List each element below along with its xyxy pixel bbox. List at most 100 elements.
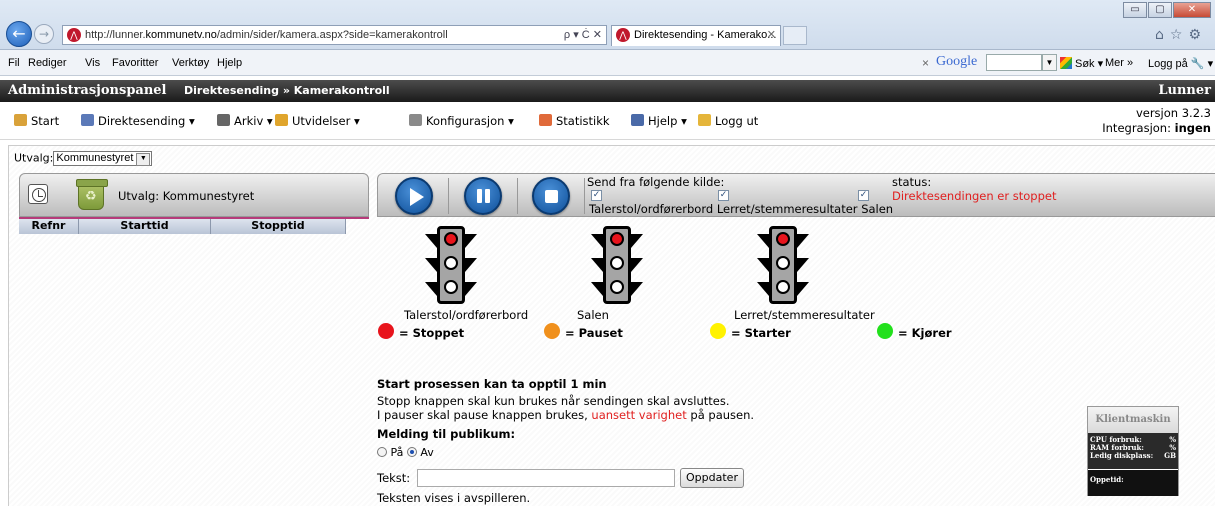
toolbar-item-0[interactable]: Start xyxy=(14,114,59,128)
toolbar-item-4[interactable]: Konfigurasjon ▾ xyxy=(409,114,514,128)
red-bulb xyxy=(776,232,790,246)
client-title: Klientmaskin xyxy=(1088,407,1178,433)
toolbar-item-label: Logg ut xyxy=(715,114,759,128)
light-visor xyxy=(591,234,603,248)
traffic-light-label: Talerstol/ordførerbord xyxy=(404,308,529,322)
red-bulb xyxy=(610,232,624,246)
toolbar-item-5[interactable]: Statistikk xyxy=(539,114,610,128)
google-dropdown-icon[interactable]: ▼ xyxy=(1042,54,1057,71)
minimize-button[interactable]: ▭ xyxy=(1123,2,1147,18)
forward-arrow-icon[interactable]: → xyxy=(34,24,54,44)
pause-button[interactable] xyxy=(464,177,502,215)
middle-bulb xyxy=(776,256,790,270)
utvalg-select[interactable]: Kommunestyret xyxy=(53,151,153,166)
red-bulb xyxy=(444,232,458,246)
toolbar-item-2[interactable]: Arkiv ▾ xyxy=(217,114,273,128)
light-visor xyxy=(797,234,809,248)
bottom-bulb xyxy=(610,280,624,294)
google-icon xyxy=(1060,57,1072,69)
play-icon xyxy=(410,188,424,206)
browser-menubar: Fil Rediger Vis Favoritter Verktøy Hjelp… xyxy=(0,50,1215,76)
source-name-salen: Salen xyxy=(861,202,894,216)
menu-verktoy[interactable]: Verktøy xyxy=(172,57,209,69)
toolbar-item-label: Direktesending ▾ xyxy=(98,114,195,128)
play-button[interactable] xyxy=(395,177,433,215)
text-label: Tekst: xyxy=(377,471,411,485)
menu-vis[interactable]: Vis xyxy=(85,57,100,69)
source-name-talerstol: Talerstol/ordførerbord xyxy=(589,202,714,216)
maximize-button[interactable]: ▢ xyxy=(1148,2,1172,18)
radio-pa[interactable] xyxy=(377,447,387,457)
toolbar-item-label: Konfigurasjon ▾ xyxy=(426,114,514,128)
column-refnr[interactable]: Refnr xyxy=(19,219,79,234)
toolbar-item-1[interactable]: Direktesending ▾ xyxy=(81,114,195,128)
light-visor xyxy=(591,282,603,296)
separator xyxy=(584,178,585,214)
toolbar-item-label: Utvidelser ▾ xyxy=(292,114,360,128)
google-search-input[interactable] xyxy=(986,54,1042,71)
source-checkbox-talerstol[interactable]: ✓ xyxy=(591,190,602,201)
menu-hjelp[interactable]: Hjelp xyxy=(217,57,242,69)
menu-rediger[interactable]: Rediger xyxy=(28,57,67,69)
legend-dot-icon xyxy=(544,323,560,339)
status-label: status: xyxy=(892,175,932,189)
window-controls: ▭ ▢ ✕ xyxy=(1123,2,1211,18)
browser-tab[interactable]: ⋀ Direktesending - Kamerako... ✕ xyxy=(611,25,781,46)
info-emphasis: uansett varighet xyxy=(591,408,687,422)
address-bar[interactable]: ⋀ http://lunner.kommunetv.no/admin/sider… xyxy=(62,25,607,45)
radio-av-label: Av xyxy=(420,446,434,459)
browser-right-icons[interactable]: ⌂☆⚙ xyxy=(1155,27,1207,43)
breadcrumb: Direktesending » Kamerakontroll xyxy=(184,84,390,97)
light-visor xyxy=(631,282,643,296)
more-button[interactable]: Mer » xyxy=(1105,57,1133,69)
new-tab-button[interactable] xyxy=(783,26,807,45)
toolbar-item-label: Hjelp ▾ xyxy=(648,114,687,128)
legend-label: = Stoppet xyxy=(399,326,465,340)
toolbar-item-6[interactable]: Hjelp ▾ xyxy=(631,114,687,128)
gear-icon xyxy=(409,114,422,126)
monitor-icon xyxy=(81,114,94,126)
integration-value: ingen xyxy=(1174,121,1211,135)
url-host: kommunetv.no xyxy=(145,29,217,41)
browser-titlebar: ← → ⋀ http://lunner.kommunetv.no/admin/s… xyxy=(0,0,1215,50)
message-text-input[interactable] xyxy=(417,469,675,487)
light-body xyxy=(603,226,631,304)
toolbar-close-icon[interactable]: × xyxy=(922,56,929,70)
uptime-row: Oppetid: xyxy=(1088,470,1178,496)
source-name-lerret: Lerret/stemmeresultater xyxy=(716,202,858,216)
toolbar-item-label: Statistikk xyxy=(556,114,610,128)
source-checkbox-lerret[interactable]: ✓ xyxy=(718,190,729,201)
light-visor xyxy=(757,234,769,248)
url-controls[interactable]: ρ ▾ Ċ ✕ xyxy=(564,26,602,44)
radio-av[interactable] xyxy=(406,447,417,457)
close-window-button[interactable]: ✕ xyxy=(1173,2,1211,18)
panel-title: Utvalg: Kommunestyret xyxy=(118,189,255,203)
recycle-bin-icon[interactable] xyxy=(76,179,108,210)
toolbar-item-3[interactable]: Utvidelser ▾ xyxy=(275,114,360,128)
menu-favoritter[interactable]: Favoritter xyxy=(112,57,158,69)
version-text: versjon 3.2.3 xyxy=(1135,106,1211,120)
light-visor xyxy=(465,234,477,248)
toolbar-item-7[interactable]: Logg ut xyxy=(698,114,758,128)
legend-label: = Pauset xyxy=(565,326,623,340)
column-starttid[interactable]: Starttid xyxy=(79,219,211,234)
admin-title: Administrasjonspanel xyxy=(8,83,167,98)
stop-button[interactable] xyxy=(532,177,570,215)
google-logo: Google xyxy=(936,54,978,69)
legend-label: = Starter xyxy=(731,326,791,340)
back-arrow-icon[interactable]: ← xyxy=(6,21,32,47)
tab-close-icon[interactable]: ✕ xyxy=(767,26,776,45)
light-visor xyxy=(591,258,603,272)
utvalg-label: Utvalg: xyxy=(14,151,54,165)
menu-fil[interactable]: Fil xyxy=(8,57,20,69)
light-visor xyxy=(797,258,809,272)
login-button[interactable]: Logg på 🔧 ▾ xyxy=(1148,57,1213,70)
google-search-button[interactable]: Søk ▾ xyxy=(1060,57,1103,70)
source-checkbox-salen[interactable]: ✓ xyxy=(858,190,869,201)
clock-icon[interactable] xyxy=(28,184,48,204)
update-button[interactable]: Oppdater xyxy=(680,468,744,488)
toolbar-item-label: Start xyxy=(31,114,60,128)
light-visor xyxy=(797,282,809,296)
column-stopptid[interactable]: Stopptid xyxy=(211,219,346,234)
legend-dot-icon xyxy=(877,323,893,339)
